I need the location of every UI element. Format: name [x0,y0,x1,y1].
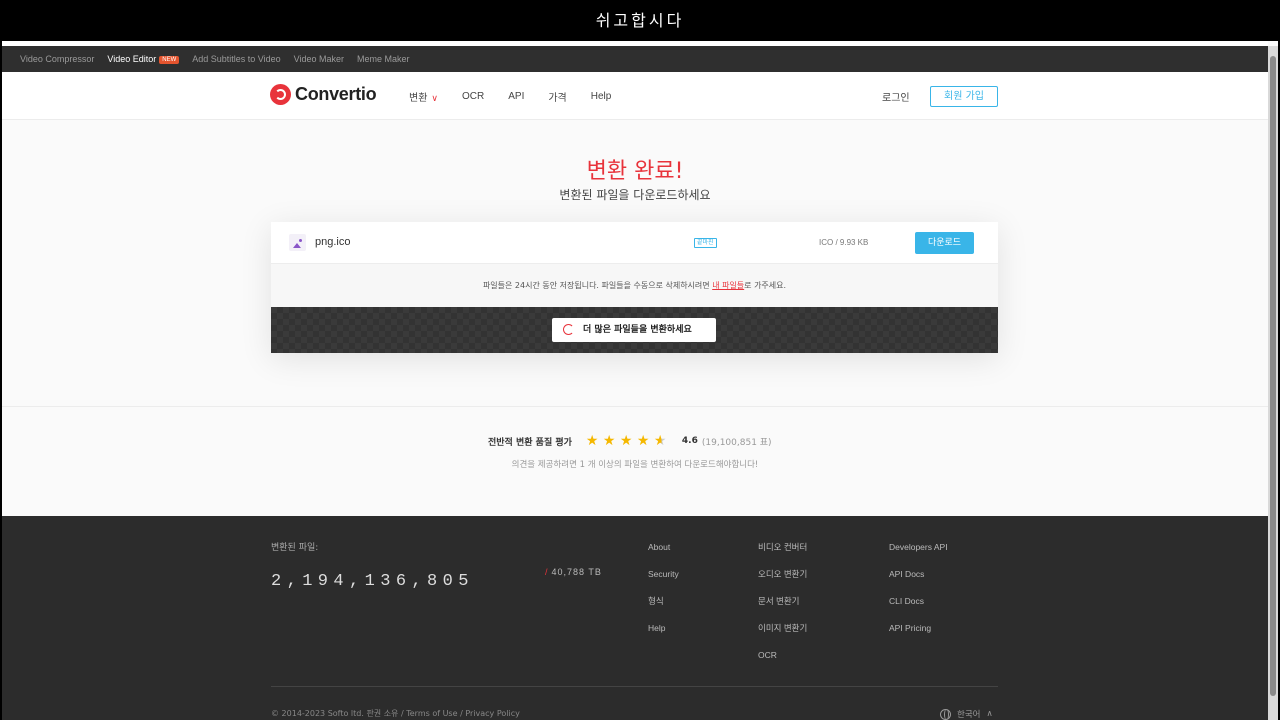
rating-stars[interactable]: ★ ★ ★ ★ ★ [586,434,668,448]
nav-convert-label: 변환 [409,92,428,104]
chevron-up-icon: ∧ [986,709,993,719]
new-badge: NEW [159,56,180,64]
footer-link-video-converter[interactable]: 비디오 컨버터 [758,542,807,553]
file-row: png.ico 끝마친 ICO / 9.93 KB 다운로드 [271,222,998,264]
refresh-icon [563,324,574,335]
nav-ocr[interactable]: OCR [462,91,484,102]
convert-more-label: 더 많은 파일들을 변환하세요 [583,325,692,335]
footer-link-formats[interactable]: 형식 [648,596,679,607]
footer-bottom: © 2014-2023 Softo ltd. 판권 소유 / Terms of … [271,708,520,719]
footer-link-help[interactable]: Help [648,623,679,634]
promo-video-editor[interactable]: Video Editor NEW [107,54,180,64]
convertio-logo-icon [270,84,291,105]
privacy-link[interactable]: Privacy Policy [465,709,520,718]
footer-divider [271,686,998,687]
nav-convert[interactable]: 변환 ∨ [409,89,438,104]
image-file-icon [289,234,306,251]
half-star-icon[interactable]: ★ [654,434,668,448]
footer-col-converters: 비디오 컨버터 오디오 변환기 문서 변환기 이미지 변환기 OCR [758,542,807,661]
globe-icon [940,708,951,720]
rating-score: 4.6 [681,436,698,446]
footer-link-api-docs[interactable]: API Docs [889,569,948,580]
footer-link-audio-converter[interactable]: 오디오 변환기 [758,569,807,580]
login-link[interactable]: 로그인 [882,89,910,104]
footer-link-cli-docs[interactable]: CLI Docs [889,596,948,607]
notice-text-after: 로 가주세요. [744,281,787,290]
converted-size-value: 40,788 TB [551,567,602,577]
convert-more-button[interactable]: 더 많은 파일들을 변환하세요 [552,318,716,342]
language-label: 한국어 [957,710,981,720]
promo-video-editor-label: Video Editor [107,54,157,64]
result-card: png.ico 끝마친 ICO / 9.93 KB 다운로드 파일들은 24시간… [271,222,998,353]
promo-video-compressor[interactable]: Video Compressor [20,54,94,64]
footer-link-about[interactable]: About [648,542,679,553]
my-files-link[interactable]: 내 파일들 [712,281,744,290]
section-divider [2,406,1268,407]
converted-files-counter: 2,194,136,805 [271,572,474,591]
main-nav: 변환 ∨ OCR API 가격 Help [409,72,611,120]
star-icon[interactable]: ★ [620,434,634,448]
logo-text: Convertio [295,84,377,104]
footer-col-company: About Security 형식 Help [648,542,679,634]
promo-bar: Video Compressor Video Editor NEW Add Sub… [2,46,1268,72]
footer-link-developers-api[interactable]: Developers API [889,542,948,553]
chevron-down-icon: ∨ [431,92,438,103]
promo-video-maker[interactable]: Video Maker [294,54,344,64]
browser-viewport: Video Compressor Video Editor NEW Add Sub… [2,41,1278,720]
nav-pricing[interactable]: 가격 [548,89,566,104]
footer-link-image-converter[interactable]: 이미지 변환기 [758,623,807,634]
vertical-scrollbar[interactable] [1268,46,1278,720]
converted-files-label: 변환된 파일: [271,543,319,553]
terms-link[interactable]: Terms of Use [406,709,457,718]
signup-button[interactable]: 회원 가입 [930,86,998,107]
page-subtitle: 변환된 파일을 다운로드하세요 [559,188,711,202]
footer-col-api: Developers API API Docs CLI Docs API Pri… [889,542,948,634]
download-button[interactable]: 다운로드 [915,232,974,254]
notice-text-before: 파일들은 24시간 동안 저장됩니다. 파일들을 수동으로 삭제하시려면 [482,281,713,290]
promo-add-subtitles[interactable]: Add Subtitles to Video [192,54,280,64]
language-selector[interactable]: 한국어 ∧ [940,708,993,720]
star-icon[interactable]: ★ [586,434,600,448]
converted-size: /40,788 TB [545,567,602,577]
scrollbar-thumb[interactable] [1270,56,1276,696]
footer-link-document-converter[interactable]: 문서 변환기 [758,596,807,607]
slash-glyph: / [545,567,549,577]
star-icon[interactable]: ★ [603,434,617,448]
logo[interactable]: Convertio [270,84,377,105]
file-name: png.ico [315,236,351,248]
storage-notice: 파일들은 24시간 동안 저장됩니다. 파일들을 수동으로 삭제하시려면 내 파… [271,264,998,307]
star-icon[interactable]: ★ [637,434,651,448]
promo-meme-maker[interactable]: Meme Maker [357,54,410,64]
status-badge: 끝마친 [694,238,717,248]
nav-api[interactable]: API [508,91,524,102]
page-title: 변환 완료! [586,159,684,184]
rating-note: 의견을 제공하려면 1 개 이상의 파일을 변환하여 다운로드해야합니다! [511,460,759,470]
caption-text: 쉬고합시다 [0,0,1280,41]
rating-bar: 전반적 변환 품질 평가 ★ ★ ★ ★ ★ 4.6 (19,100,851 표… [488,434,772,448]
file-meta: ICO / 9.93 KB [819,238,869,247]
copyright-text: © 2014-2023 Softo ltd. 판권 소유 [271,709,399,718]
footer-link-api-pricing[interactable]: API Pricing [889,623,948,634]
footer-link-security[interactable]: Security [648,569,679,580]
rating-votes: (19,100,851 표) [701,437,772,448]
nav-help[interactable]: Help [591,91,612,102]
convert-more-panel: 더 많은 파일들을 변환하세요 [271,307,998,353]
rating-title: 전반적 변환 품질 평가 [488,437,572,448]
footer-link-ocr[interactable]: OCR [758,650,807,661]
site-footer: 변환된 파일: 2,194,136,805 /40,788 TB About S… [2,516,1268,720]
site-header: Convertio 변환 ∨ OCR API 가격 Help 로그인 회원 가입 [2,72,1268,120]
